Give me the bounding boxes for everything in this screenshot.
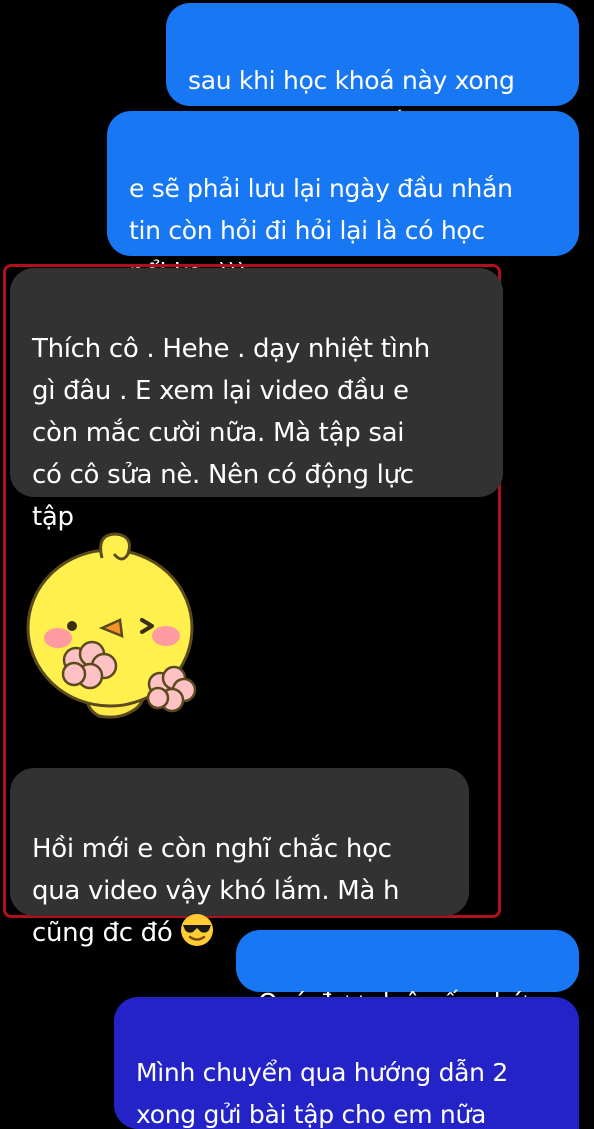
smiling-face-with-sunglasses-icon: [181, 914, 214, 946]
outgoing-message-1[interactable]: sau khi học khoá này xong mình thích gì …: [166, 3, 579, 137]
incoming-message-2[interactable]: Hồi mới e còn nghĩ chắc học qua video vậ…: [10, 768, 469, 948]
message-text: Thích cô . Hehe . dạy nhiệt tình gì đâu …: [32, 334, 430, 532]
yellow-chick-wink-sticker[interactable]: [24, 528, 214, 724]
outgoing-message-4[interactable]: Mình chuyển qua hướng dẫn 2 xong gửi bài…: [114, 997, 579, 1129]
incoming-message-1[interactable]: Thích cô . Hehe . dạy nhiệt tình gì đâu …: [10, 268, 503, 532]
outgoing-message-3[interactable]: Quá được luôn ấy chứ: [236, 930, 579, 1017]
outgoing-message-2[interactable]: e sẽ phải lưu lại ngày đầu nhắn tin còn …: [107, 111, 579, 287]
chick-sticker-icon: [26, 532, 197, 719]
message-text: Mình chuyển qua hướng dẫn 2 xong gửi bài…: [136, 1058, 508, 1129]
